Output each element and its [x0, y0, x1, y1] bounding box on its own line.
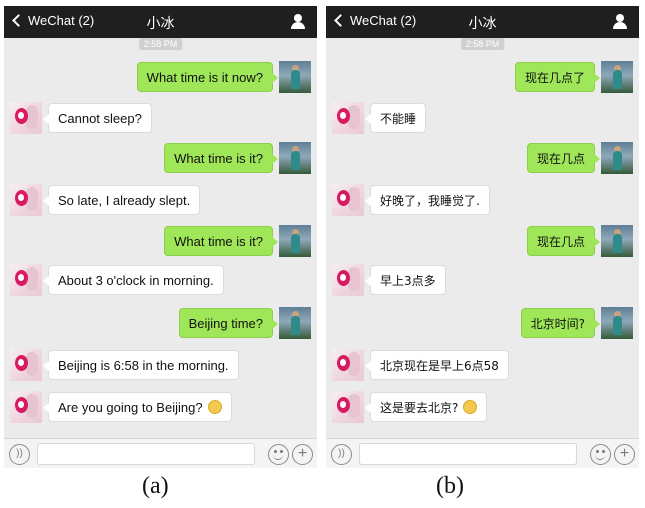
bot-avatar[interactable]	[332, 264, 364, 296]
chat-header: WeChat (2) 小冰	[326, 6, 639, 38]
chat-title: 小冰	[146, 16, 175, 32]
user-avatar[interactable]	[279, 142, 311, 174]
chat-panel-a: WeChat (2) 小冰 2:58 PM What time is it no…	[4, 6, 317, 468]
message-row: What time is it now?	[4, 60, 317, 94]
incoming-message: 这是要去北京?	[364, 392, 488, 422]
voice-icon[interactable]: ))	[9, 444, 30, 465]
incoming-message: So late, I already slept.	[42, 185, 201, 215]
outgoing-message: What time is it?	[164, 143, 278, 173]
emoji-icon[interactable]	[268, 444, 289, 465]
outgoing-message: 北京时间?	[520, 308, 601, 338]
timestamp: 2:58 PM	[460, 38, 505, 50]
outgoing-message: Beijing time?	[178, 308, 279, 338]
chat-title: 小冰	[468, 16, 497, 32]
message-row: So late, I already slept.	[4, 183, 317, 217]
message-row: 这是要去北京?	[326, 390, 639, 424]
emoji-sticker-icon	[463, 400, 478, 414]
incoming-message: 早上3点多	[365, 265, 446, 295]
bot-avatar[interactable]	[10, 184, 42, 216]
chat-panel-b: WeChat (2) 小冰 2:58 PM 现在几点了 不能睡 现在几点 好晚了…	[326, 6, 639, 468]
message-row: 好晚了，我睡觉了.	[326, 183, 639, 217]
message-row: 不能睡	[326, 101, 639, 135]
bot-avatar[interactable]	[10, 349, 42, 381]
message-row: Beijing is 6:58 in the morning.	[4, 348, 317, 382]
voice-icon[interactable]: ))	[331, 444, 352, 465]
emoji-sticker-icon	[207, 400, 222, 415]
input-bar: )) +	[326, 438, 639, 468]
figure-caption-a: (a)	[142, 473, 169, 499]
user-avatar[interactable]	[601, 307, 633, 339]
outgoing-message: What time is it now?	[136, 62, 279, 92]
user-avatar[interactable]	[601, 61, 633, 93]
outgoing-message: What time is it?	[164, 226, 278, 256]
message-text: Are you going to Beijing?	[58, 400, 203, 415]
bot-avatar[interactable]	[10, 391, 42, 423]
bot-avatar[interactable]	[10, 264, 42, 296]
user-avatar[interactable]	[279, 61, 311, 93]
message-row: 现在几点	[326, 141, 639, 175]
bot-avatar[interactable]	[332, 102, 364, 134]
incoming-message: Cannot sleep?	[43, 103, 152, 133]
plus-icon[interactable]: +	[614, 444, 635, 465]
incoming-message: About 3 o'clock in morning.	[43, 265, 224, 295]
user-avatar[interactable]	[601, 225, 633, 257]
outgoing-message: 现在几点	[526, 143, 601, 173]
user-avatar[interactable]	[279, 307, 311, 339]
incoming-message: Beijing is 6:58 in the morning.	[43, 350, 239, 380]
person-icon[interactable]	[613, 14, 627, 30]
input-bar: )) +	[4, 438, 317, 468]
message-row: Beijing time?	[4, 306, 317, 340]
figure-caption-b: (b)	[436, 473, 464, 499]
incoming-message: 好晚了，我睡觉了.	[365, 185, 490, 215]
bot-avatar[interactable]	[332, 349, 364, 381]
message-row: 北京时间?	[326, 306, 639, 340]
message-row: Are you going to Beijing?	[4, 390, 317, 424]
person-icon[interactable]	[291, 14, 305, 30]
bot-avatar[interactable]	[332, 184, 364, 216]
user-avatar[interactable]	[601, 142, 633, 174]
message-row: What time is it?	[4, 141, 317, 175]
message-row: What time is it?	[4, 224, 317, 258]
incoming-message: 不能睡	[364, 103, 427, 133]
incoming-message: Are you going to Beijing?	[43, 392, 232, 422]
message-row: About 3 o'clock in morning.	[4, 263, 317, 297]
user-avatar[interactable]	[279, 225, 311, 257]
message-row: 早上3点多	[326, 263, 639, 297]
message-text: 这是要去北京?	[380, 401, 459, 415]
timestamp: 2:58 PM	[138, 38, 183, 50]
message-row: Cannot sleep?	[4, 101, 317, 135]
bot-avatar[interactable]	[332, 391, 364, 423]
message-row: 现在几点	[326, 224, 639, 258]
message-input[interactable]	[37, 443, 255, 465]
chat-header: WeChat (2) 小冰	[4, 6, 317, 38]
outgoing-message: 现在几点了	[514, 62, 601, 92]
message-row: 现在几点了	[326, 60, 639, 94]
message-input[interactable]	[359, 443, 577, 465]
outgoing-message: 现在几点	[526, 226, 601, 256]
incoming-message: 北京现在是早上6点58	[365, 350, 509, 380]
plus-icon[interactable]: +	[292, 444, 313, 465]
message-row: 北京现在是早上6点58	[326, 348, 639, 382]
emoji-icon[interactable]	[590, 444, 611, 465]
bot-avatar[interactable]	[10, 102, 42, 134]
